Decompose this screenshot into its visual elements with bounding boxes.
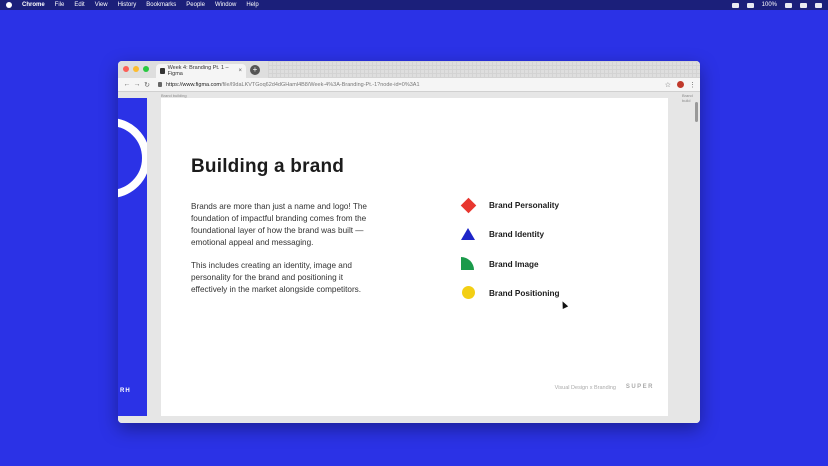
slide-footer-text: Visual Design x Branding xyxy=(554,385,616,391)
pillar-brand-positioning: Brand Positioning xyxy=(461,286,560,300)
pillar-label: Brand Positioning xyxy=(489,288,560,298)
menu-bookmarks[interactable]: Bookmarks xyxy=(146,2,176,8)
pillar-brand-identity: Brand Identity xyxy=(461,227,544,241)
pillar-brand-personality: Brand Personality xyxy=(460,197,560,214)
menu-help[interactable]: Help xyxy=(246,2,258,8)
menu-window[interactable]: Window xyxy=(215,2,236,8)
macos-menubar: Chrome File Edit View History Bookmarks … xyxy=(0,0,828,10)
url-path: /file/l9daLKVTGoq62d4dGHaml4B8/Week-4%3A… xyxy=(221,81,420,88)
extension-icon[interactable] xyxy=(677,81,684,88)
reload-button[interactable]: ↻ xyxy=(142,81,152,89)
new-tab-button[interactable]: + xyxy=(250,65,260,75)
lock-icon xyxy=(158,82,162,87)
vertical-scrollbar[interactable] xyxy=(695,102,698,122)
previous-slide-frame[interactable]: RH xyxy=(118,98,147,416)
slide-frame[interactable]: Building a brand Brands are more than ju… xyxy=(161,98,668,416)
menu-people[interactable]: People xyxy=(186,2,205,8)
minimize-window-button[interactable] xyxy=(133,66,139,72)
address-bar: ← → ↻ https://www.figma.com /file/l9daLK… xyxy=(118,78,700,92)
yellow-circle-icon xyxy=(461,286,475,300)
slide-paragraph-1: Brands are more than just a name and log… xyxy=(191,202,367,247)
slide-footer-logo: SUPER xyxy=(625,384,654,390)
ring-graphic xyxy=(118,118,147,198)
menubar-status-area: 100% xyxy=(731,2,822,8)
pillar-brand-image: Brand Image xyxy=(461,257,539,271)
battery-percentage: 100% xyxy=(761,2,777,8)
pillar-label: Brand Image xyxy=(489,259,539,269)
tab-bar: Week 4: Branding Pt. 1 – Figma × + xyxy=(118,61,700,78)
pillar-label: Brand Personality xyxy=(489,200,560,210)
notification-center-icon[interactable] xyxy=(815,2,822,8)
url-field[interactable]: https://www.figma.com /file/l9daLKVTGoq6… xyxy=(158,82,665,88)
menu-history[interactable]: History xyxy=(118,2,137,8)
url-host: https://www.figma.com xyxy=(166,81,222,88)
search-icon[interactable] xyxy=(800,2,807,8)
battery-icon[interactable] xyxy=(785,2,792,8)
brandmark-logo: RH xyxy=(120,388,131,394)
browser-menu-button[interactable]: ⋮ xyxy=(689,81,696,89)
menu-file[interactable]: File xyxy=(55,2,65,8)
slide-title: Building a brand xyxy=(191,156,345,177)
blue-triangle-icon xyxy=(461,227,475,241)
figma-canvas[interactable]: Brand building Brand build RH Building a… xyxy=(118,92,700,423)
menu-view[interactable]: View xyxy=(95,2,108,8)
green-quarter-circle-icon xyxy=(461,257,475,271)
slide-paragraph-2: This includes creating an identity, imag… xyxy=(191,261,362,294)
window-controls xyxy=(123,66,149,72)
tab-close-icon[interactable]: × xyxy=(238,68,242,74)
red-diamond-icon xyxy=(460,197,477,214)
browser-window: Week 4: Branding Pt. 1 – Figma × + ← → ↻… xyxy=(118,61,700,423)
menu-edit[interactable]: Edit xyxy=(74,2,84,8)
zoom-window-button[interactable] xyxy=(143,66,149,72)
menu-app-chrome[interactable]: Chrome xyxy=(22,2,45,8)
wifi-icon[interactable] xyxy=(746,2,754,8)
back-button[interactable]: ← xyxy=(122,81,132,88)
apple-icon[interactable] xyxy=(6,2,12,8)
tab-figma[interactable]: Week 4: Branding Pt. 1 – Figma × xyxy=(156,64,246,78)
tab-title: Week 4: Branding Pt. 1 – Figma xyxy=(167,65,229,77)
dropbox-icon[interactable] xyxy=(731,2,739,8)
bookmark-star-icon[interactable]: ☆ xyxy=(665,81,671,89)
figma-favicon-icon xyxy=(160,68,165,74)
tabbar-background xyxy=(268,61,700,78)
forward-button[interactable]: → xyxy=(132,81,142,88)
close-window-button[interactable] xyxy=(123,66,129,72)
pillar-label: Brand Identity xyxy=(489,229,545,239)
